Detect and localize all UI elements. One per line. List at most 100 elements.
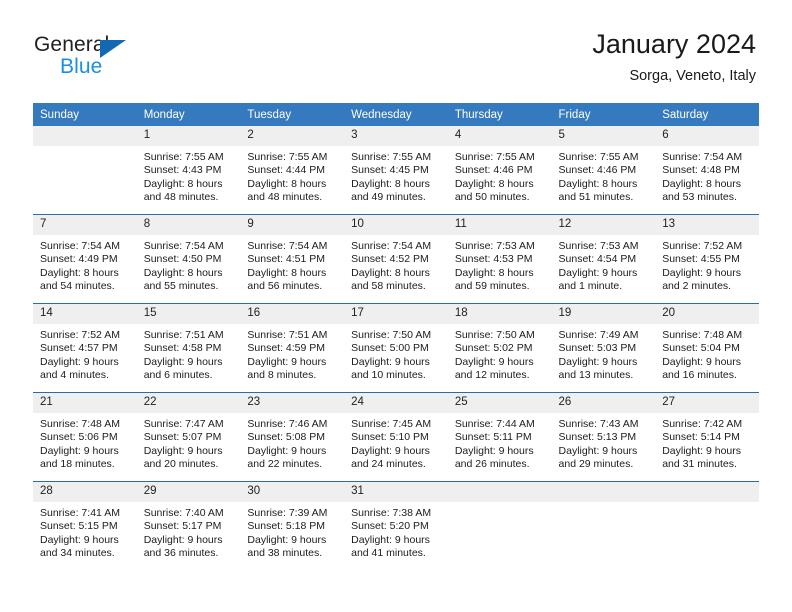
- day-number: 10: [344, 215, 448, 235]
- sunset-text: Sunset: 5:20 PM: [351, 520, 429, 533]
- day-details: Sunrise: 7:54 AM Sunset: 4:50 PM Daylight:…: [137, 235, 241, 294]
- calendar-day-cell[interactable]: 20 Sunrise: 7:48 AM Sunset: 5:04 PM Dayligh…: [655, 303, 759, 393]
- calendar-day-cell[interactable]: 15 Sunrise: 7:51 AM Sunset: 4:58 PM Dayligh…: [136, 303, 241, 393]
- calendar-page: General Blue January 2024 Sorga, Veneto,…: [0, 0, 792, 612]
- daylight-text-line1: Daylight: 9 hours: [351, 444, 430, 457]
- calendar-day-cell[interactable]: 23 Sunrise: 7:46 AM Sunset: 5:08 PM Dayligh…: [240, 392, 345, 482]
- calendar-day-cell[interactable]: 22 Sunrise: 7:47 AM Sunset: 5:07 PM Dayligh…: [136, 392, 241, 482]
- sunrise-text: Sunrise: 7:47 AM: [143, 418, 224, 430]
- daylight-text-line2: and 55 minutes.: [143, 280, 219, 293]
- general-blue-logo: General Blue: [34, 33, 254, 88]
- daylight-text-line1: Daylight: 9 hours: [40, 444, 119, 457]
- daylight-text-line1: Daylight: 9 hours: [247, 355, 327, 368]
- day-details: Sunrise: 7:50 AM Sunset: 5:02 PM Daylight:…: [448, 324, 552, 383]
- sunset-text: Sunset: 5:13 PM: [558, 431, 637, 444]
- daylight-text-line1: Daylight: 9 hours: [558, 444, 638, 457]
- daylight-text-line2: and 53 minutes.: [662, 191, 737, 204]
- calendar-day-cell[interactable]: 5 Sunrise: 7:55 AM Sunset: 4:46 PM Daylight…: [551, 126, 656, 215]
- day-details: Sunrise: 7:48 AM Sunset: 5:04 PM Daylight:…: [655, 324, 759, 383]
- calendar-day-cell[interactable]: 8 Sunrise: 7:54 AM Sunset: 4:50 PM Daylight…: [136, 214, 241, 304]
- calendar-day-cell[interactable]: 16 Sunrise: 7:51 AM Sunset: 4:59 PM Dayligh…: [240, 303, 345, 393]
- sunset-text: Sunset: 5:18 PM: [247, 520, 326, 533]
- daylight-text-line2: and 1 minute.: [558, 280, 623, 293]
- calendar-day-cell[interactable]: 25 Sunrise: 7:44 AM Sunset: 5:11 PM Dayligh…: [447, 392, 552, 482]
- sunset-text: Sunset: 5:06 PM: [40, 431, 118, 444]
- calendar-day-cell[interactable]: 27 Sunrise: 7:42 AM Sunset: 5:14 PM Dayligh…: [655, 392, 759, 482]
- day-details: Sunrise: 7:39 AM Sunset: 5:18 PM Daylight:…: [240, 502, 344, 561]
- calendar-day-cell[interactable]: 7 Sunrise: 7:54 AM Sunset: 4:49 PM Daylight…: [33, 214, 137, 304]
- daylight-text-line1: Daylight: 8 hours: [40, 266, 119, 279]
- daylight-text-line2: and 18 minutes.: [40, 458, 115, 471]
- calendar-day-cell[interactable]: 14 Sunrise: 7:52 AM Sunset: 4:57 PM Dayligh…: [33, 303, 137, 393]
- calendar-day-cell[interactable]: 11 Sunrise: 7:53 AM Sunset: 4:53 PM Dayligh…: [447, 214, 552, 304]
- calendar-day-cell[interactable]: 30 Sunrise: 7:39 AM Sunset: 5:18 PM Dayligh…: [240, 481, 345, 570]
- day-number: 25: [447, 393, 552, 413]
- day-details: Sunrise: 7:55 AM Sunset: 4:43 PM Daylight:…: [137, 146, 241, 205]
- calendar-day-cell[interactable]: 31 Sunrise: 7:38 AM Sunset: 5:20 PM Dayligh…: [344, 481, 448, 570]
- daylight-text-line2: and 56 minutes.: [247, 280, 323, 293]
- daylight-text-line2: and 59 minutes.: [454, 280, 530, 293]
- calendar-day-cell[interactable]: 17 Sunrise: 7:50 AM Sunset: 5:00 PM Dayligh…: [344, 303, 448, 393]
- calendar-week-row: 7 Sunrise: 7:54 AM Sunset: 4:49 PM Daylight…: [33, 214, 759, 304]
- calendar-day-cell[interactable]: 18 Sunrise: 7:50 AM Sunset: 5:02 PM Dayligh…: [447, 303, 552, 393]
- calendar-day-cell-empty: [447, 481, 552, 570]
- daylight-text-line1: Daylight: 8 hours: [454, 177, 534, 190]
- sunset-text: Sunset: 4:45 PM: [351, 164, 429, 177]
- sunset-text: Sunset: 4:46 PM: [558, 164, 637, 177]
- calendar-day-cell[interactable]: 12 Sunrise: 7:53 AM Sunset: 4:54 PM Dayligh…: [551, 214, 656, 304]
- sunrise-text: Sunrise: 7:40 AM: [143, 507, 224, 519]
- day-number: 2: [240, 126, 345, 146]
- calendar-day-cell[interactable]: 6 Sunrise: 7:54 AM Sunset: 4:48 PM Daylight…: [655, 126, 759, 215]
- sunrise-text: Sunrise: 7:50 AM: [351, 329, 432, 341]
- sunrise-text: Sunrise: 7:52 AM: [662, 240, 743, 252]
- calendar-day-cell[interactable]: 26 Sunrise: 7:43 AM Sunset: 5:13 PM Dayligh…: [551, 392, 656, 482]
- day-number: [447, 482, 552, 502]
- calendar-day-cell[interactable]: 10 Sunrise: 7:54 AM Sunset: 4:52 PM Dayligh…: [344, 214, 448, 304]
- sunset-text: Sunset: 4:59 PM: [247, 342, 326, 355]
- calendar-day-cell-empty: [551, 481, 656, 570]
- page-header: General Blue January 2024 Sorga, Veneto,…: [0, 0, 792, 100]
- sunset-text: Sunset: 4:43 PM: [143, 164, 222, 177]
- sunrise-text: Sunrise: 7:53 AM: [454, 240, 535, 252]
- calendar-day-cell[interactable]: 13 Sunrise: 7:52 AM Sunset: 4:55 PM Dayligh…: [655, 214, 759, 304]
- sunrise-text: Sunrise: 7:55 AM: [558, 151, 639, 163]
- day-details: Sunrise: 7:43 AM Sunset: 5:13 PM Daylight:…: [552, 413, 656, 472]
- daylight-text-line2: and 6 minutes.: [143, 369, 213, 382]
- day-number: 3: [344, 126, 448, 146]
- daylight-text-line1: Daylight: 9 hours: [558, 266, 638, 279]
- sunrise-text: Sunrise: 7:54 AM: [143, 240, 224, 252]
- daylight-text-line2: and 26 minutes.: [454, 458, 530, 471]
- day-number: 9: [240, 215, 345, 235]
- day-number: 30: [240, 482, 345, 502]
- calendar-day-cell[interactable]: 21 Sunrise: 7:48 AM Sunset: 5:06 PM Dayligh…: [33, 392, 137, 482]
- day-details: Sunrise: 7:49 AM Sunset: 5:03 PM Daylight:…: [552, 324, 656, 383]
- daylight-text-line1: Daylight: 9 hours: [40, 533, 119, 546]
- daylight-text-line2: and 22 minutes.: [247, 458, 323, 471]
- calendar-day-cell[interactable]: 1 Sunrise: 7:55 AM Sunset: 4:43 PM Daylight…: [136, 126, 241, 215]
- sunrise-text: Sunrise: 7:50 AM: [454, 329, 535, 341]
- day-number: 15: [136, 304, 241, 324]
- day-details: Sunrise: 7:40 AM Sunset: 5:17 PM Daylight:…: [137, 502, 241, 561]
- day-number: 4: [447, 126, 552, 146]
- day-details: Sunrise: 7:53 AM Sunset: 4:54 PM Daylight:…: [552, 235, 656, 294]
- day-number: 24: [344, 393, 448, 413]
- day-details: Sunrise: 7:41 AM Sunset: 5:15 PM Daylight:…: [33, 502, 137, 561]
- calendar-day-cell[interactable]: 2 Sunrise: 7:55 AM Sunset: 4:44 PM Daylight…: [240, 126, 345, 215]
- calendar-day-cell[interactable]: 19 Sunrise: 7:49 AM Sunset: 5:03 PM Dayligh…: [551, 303, 656, 393]
- calendar-day-cell[interactable]: 28 Sunrise: 7:41 AM Sunset: 5:15 PM Dayligh…: [33, 481, 137, 570]
- sunset-text: Sunset: 4:58 PM: [143, 342, 222, 355]
- calendar-day-cell[interactable]: 4 Sunrise: 7:55 AM Sunset: 4:46 PM Daylight…: [447, 126, 552, 215]
- day-details: Sunrise: 7:42 AM Sunset: 5:14 PM Daylight:…: [655, 413, 759, 472]
- calendar-day-cell[interactable]: 29 Sunrise: 7:40 AM Sunset: 5:17 PM Dayligh…: [136, 481, 241, 570]
- day-details: Sunrise: 7:55 AM Sunset: 4:44 PM Daylight:…: [240, 146, 344, 205]
- daylight-text-line1: Daylight: 8 hours: [143, 266, 223, 279]
- day-details: Sunrise: 7:45 AM Sunset: 5:10 PM Daylight:…: [344, 413, 448, 472]
- daylight-text-line1: Daylight: 8 hours: [143, 177, 223, 190]
- day-details: Sunrise: 7:46 AM Sunset: 5:08 PM Daylight:…: [240, 413, 344, 472]
- daylight-text-line2: and 12 minutes.: [454, 369, 530, 382]
- calendar-day-cell[interactable]: 3 Sunrise: 7:55 AM Sunset: 4:45 PM Daylight…: [344, 126, 448, 215]
- calendar-day-cell[interactable]: 24 Sunrise: 7:45 AM Sunset: 5:10 PM Dayligh…: [344, 392, 448, 482]
- sunrise-text: Sunrise: 7:55 AM: [454, 151, 535, 163]
- calendar-week-row: 14 Sunrise: 7:52 AM Sunset: 4:57 PM Dayligh…: [33, 303, 759, 393]
- calendar-day-cell[interactable]: 9 Sunrise: 7:54 AM Sunset: 4:51 PM Daylight…: [240, 214, 345, 304]
